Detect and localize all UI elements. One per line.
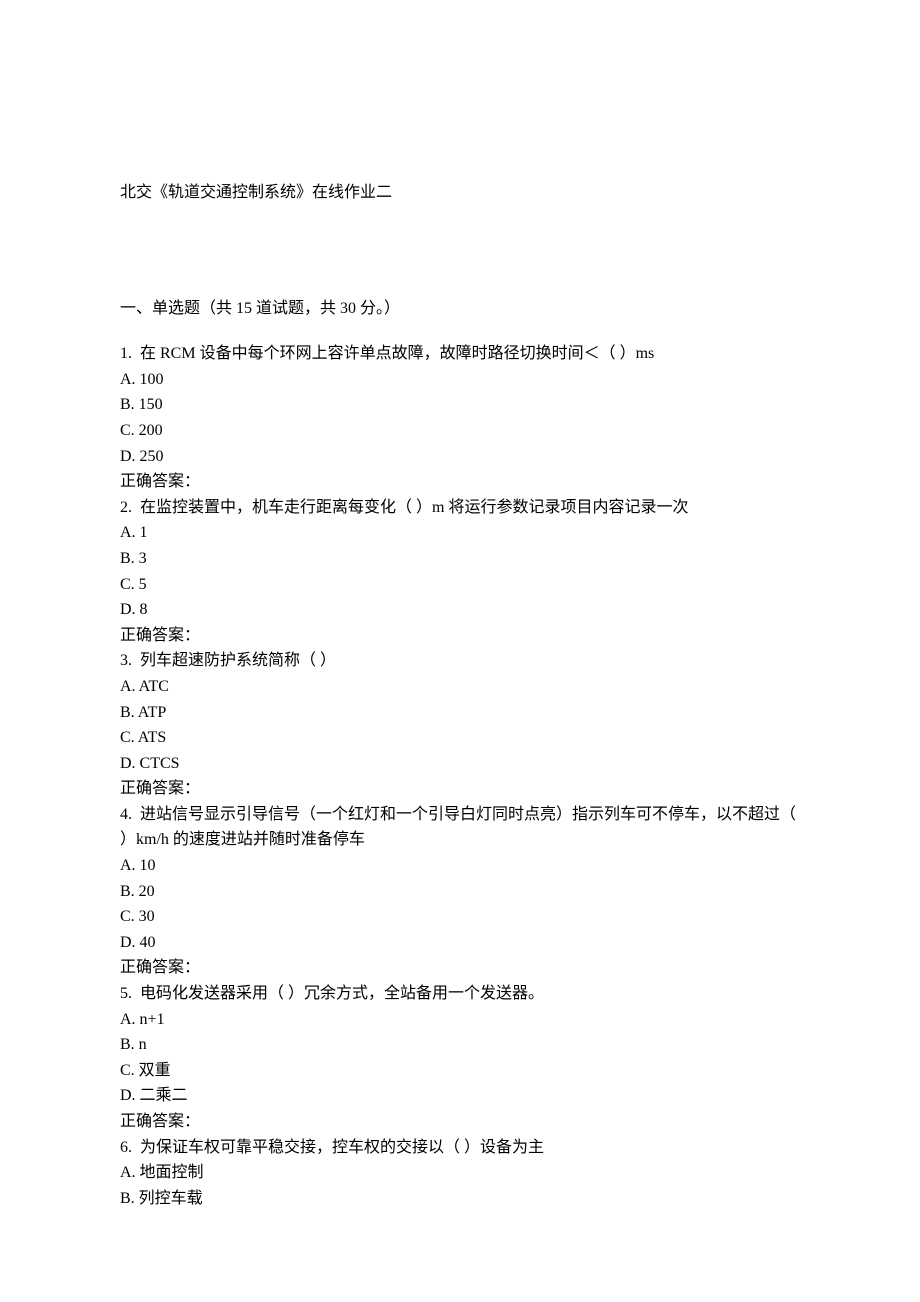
question-stem: 6. 为保证车权可靠平稳交接，控车权的交接以（ ）设备为主 [120, 1135, 800, 1161]
question-item: 5. 电码化发送器采用（ ）冗余方式，全站备用一个发送器。 A. n+1 B. … [120, 981, 800, 1135]
question-stem: 4. 进站信号显示引导信号（一个红灯和一个引导白灯同时点亮）指示列车可不停车，以… [120, 802, 800, 853]
question-option: D. 250 [120, 444, 800, 470]
question-option: B. ATP [120, 700, 800, 726]
question-option: C. 5 [120, 572, 800, 598]
question-option: A. 地面控制 [120, 1160, 800, 1186]
question-item: 2. 在监控装置中，机车走行距离每变化（ ）m 将运行参数记录项目内容记录一次 … [120, 495, 800, 649]
document-title: 北交《轨道交通控制系统》在线作业二 [120, 180, 800, 206]
question-option: B. 150 [120, 392, 800, 418]
question-option: A. ATC [120, 674, 800, 700]
question-item: 1. 在 RCM 设备中每个环网上容许单点故障，故障时路径切换时间＜（ ）ms … [120, 341, 800, 495]
question-option: D. CTCS [120, 751, 800, 777]
question-option: D. 二乘二 [120, 1083, 800, 1109]
document-page: 北交《轨道交通控制系统》在线作业二 一、单选题（共 15 道试题，共 30 分。… [0, 0, 920, 1302]
answer-label: 正确答案： [120, 1109, 800, 1135]
question-item: 3. 列车超速防护系统简称（ ） A. ATC B. ATP C. ATS D.… [120, 648, 800, 802]
question-item: 6. 为保证车权可靠平稳交接，控车权的交接以（ ）设备为主 A. 地面控制 B.… [120, 1135, 800, 1212]
answer-label: 正确答案： [120, 469, 800, 495]
question-stem: 1. 在 RCM 设备中每个环网上容许单点故障，故障时路径切换时间＜（ ）ms [120, 341, 800, 367]
question-option: A. n+1 [120, 1007, 800, 1033]
question-option: B. n [120, 1032, 800, 1058]
question-option: A. 10 [120, 853, 800, 879]
question-stem: 3. 列车超速防护系统简称（ ） [120, 648, 800, 674]
question-option: D. 40 [120, 930, 800, 956]
question-stem: 2. 在监控装置中，机车走行距离每变化（ ）m 将运行参数记录项目内容记录一次 [120, 495, 800, 521]
question-option: A. 1 [120, 520, 800, 546]
question-list: 1. 在 RCM 设备中每个环网上容许单点故障，故障时路径切换时间＜（ ）ms … [120, 341, 800, 1211]
section-header: 一、单选题（共 15 道试题，共 30 分。） [120, 296, 800, 322]
question-option: B. 20 [120, 879, 800, 905]
question-option: B. 列控车载 [120, 1186, 800, 1212]
answer-label: 正确答案： [120, 776, 800, 802]
question-option: B. 3 [120, 546, 800, 572]
question-option: C. 双重 [120, 1058, 800, 1084]
question-item: 4. 进站信号显示引导信号（一个红灯和一个引导白灯同时点亮）指示列车可不停车，以… [120, 802, 800, 981]
question-option: C. ATS [120, 725, 800, 751]
question-option: A. 100 [120, 367, 800, 393]
question-option: D. 8 [120, 597, 800, 623]
question-option: C. 200 [120, 418, 800, 444]
question-option: C. 30 [120, 904, 800, 930]
question-stem: 5. 电码化发送器采用（ ）冗余方式，全站备用一个发送器。 [120, 981, 800, 1007]
answer-label: 正确答案： [120, 623, 800, 649]
answer-label: 正确答案： [120, 955, 800, 981]
